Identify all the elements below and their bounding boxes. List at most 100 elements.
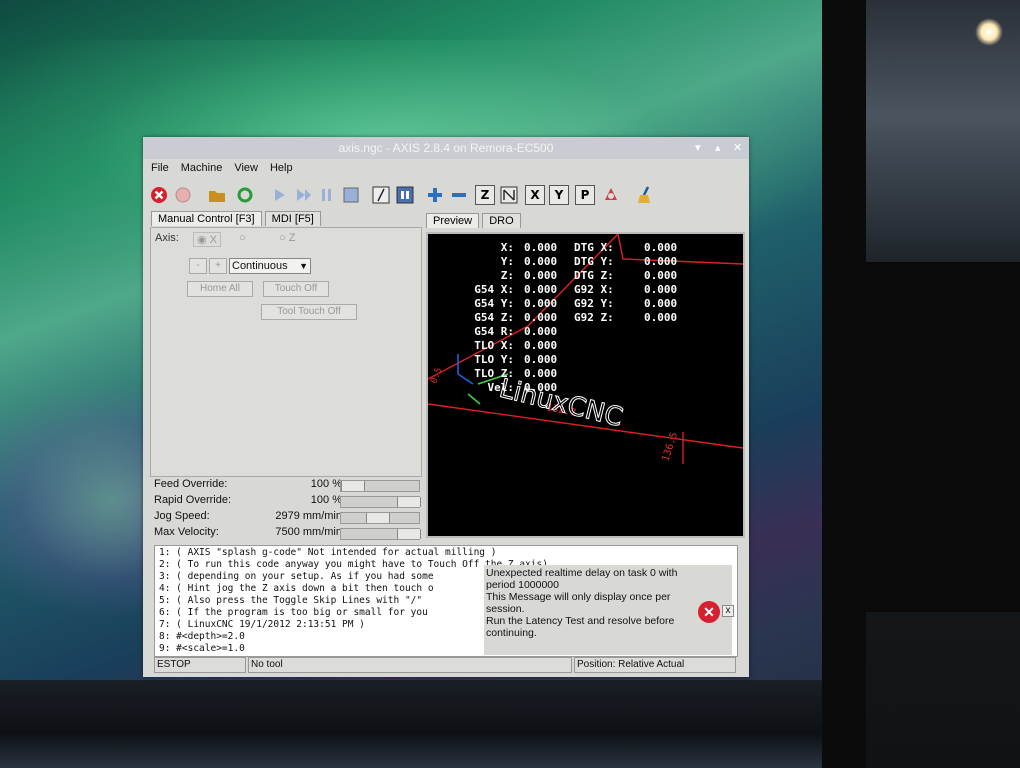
max-velocity-slider[interactable] <box>340 528 421 540</box>
dro-label: Vel: <box>487 381 515 394</box>
tab-dro[interactable]: DRO <box>482 213 521 228</box>
skip-lines-icon <box>372 186 390 204</box>
warning-line: Unexpected realtime delay on task 0 with <box>486 567 678 579</box>
dro-value: 0.000 <box>524 269 558 282</box>
jog-speed-slider[interactable] <box>340 512 420 524</box>
minimize-icon[interactable]: ▾ <box>695 137 701 159</box>
skip-lines-toggle[interactable] <box>371 185 391 205</box>
step-icon <box>297 189 311 201</box>
dro-value: 0.000 <box>524 311 558 324</box>
linuxcnc-logo: LinuxCNC <box>496 374 625 434</box>
gcode-line[interactable]: 1: ( AXIS "splash g-code" Not intended f… <box>159 547 496 558</box>
tab-preview[interactable]: Preview <box>426 213 480 228</box>
wallpaper-landscape <box>0 680 830 768</box>
rapid-override-row: Rapid Override: 100 % <box>150 493 422 509</box>
dro-value: 0.000 <box>524 241 558 254</box>
reload-icon <box>237 187 253 203</box>
menu-help[interactable]: Help <box>262 159 297 174</box>
broom-icon <box>638 186 650 203</box>
max-velocity-knob[interactable] <box>397 529 421 539</box>
dro-g92-label: G92 Z: <box>574 311 614 324</box>
left-tab-bar: Manual Control [F3] MDI [F5] <box>151 211 321 226</box>
popup-close-button[interactable]: x <box>722 605 734 617</box>
override-panel: Feed Override: 100 % Rapid Override: 100… <box>150 477 422 541</box>
stop-button[interactable] <box>341 185 361 205</box>
maximize-icon[interactable]: ▴ <box>715 137 721 159</box>
estop-button[interactable] <box>149 185 169 205</box>
zoom-out-button[interactable] <box>449 185 469 205</box>
dro-value: 0.000 <box>524 339 558 352</box>
machine-power-button[interactable] <box>173 185 193 205</box>
feed-override-value: 100 % <box>310 478 342 490</box>
second-monitor <box>850 262 1020 612</box>
menu-machine[interactable]: Machine <box>173 159 227 174</box>
dro-label: TLO X: <box>474 339 514 352</box>
jog-mode-value: Continuous <box>232 260 288 272</box>
gcode-line[interactable]: 4: ( Hint jog the Z axis down a bit then… <box>159 583 434 594</box>
home-all-button[interactable]: Home All <box>187 281 253 297</box>
axis-radio-y[interactable]: ○ <box>239 232 246 244</box>
jog-speed-value: 2979 mm/min <box>275 510 342 522</box>
optional-stop-toggle[interactable] <box>395 185 415 205</box>
dro-g92-label: G92 X: <box>574 283 614 296</box>
gcode-line[interactable]: 6: ( If the program is too big or small … <box>159 607 428 618</box>
menu-view[interactable]: View <box>226 159 262 174</box>
dro-dtg-label: DTG X: <box>574 241 614 254</box>
dro-label: TLO Y: <box>474 353 514 366</box>
warning-line: This Message will only display once per <box>486 591 671 603</box>
reload-button[interactable] <box>235 185 255 205</box>
max-velocity-value: 7500 mm/min <box>275 526 342 538</box>
clear-backplot-button[interactable] <box>635 185 655 205</box>
menu-file[interactable]: File <box>143 159 173 174</box>
feed-override-knob[interactable] <box>341 481 365 491</box>
dro-value: 0.000 <box>524 283 558 296</box>
close-icon[interactable]: ✕ <box>733 137 742 159</box>
preview-canvas[interactable]: 132.7 136.5 0.5 LinuxCNC X: 0.000 Y: 0.0… <box>426 232 745 538</box>
dro-dtg-value: 0.000 <box>644 269 678 282</box>
tab-manual-control[interactable]: Manual Control [F3] <box>151 211 262 226</box>
title-bar[interactable]: axis.ngc - AXIS 2.8.4 on Remora-EC500 ▾ … <box>143 137 749 159</box>
tool-touch-off-button[interactable]: Tool Touch Off <box>261 304 357 320</box>
rapid-override-knob[interactable] <box>397 497 421 507</box>
power-icon <box>175 187 191 203</box>
dro-value: 0.000 <box>524 255 558 268</box>
tab-mdi[interactable]: MDI [F5] <box>264 211 321 226</box>
rotate-view-button[interactable] <box>601 185 621 205</box>
view-p-button[interactable]: P <box>575 185 595 205</box>
dimension-y-label: 136.5 <box>660 431 680 463</box>
warning-line: continuing. <box>486 627 537 639</box>
axis-radio-z-label: Z <box>288 232 296 244</box>
view-y-button[interactable]: Y <box>549 185 569 205</box>
gcode-line[interactable]: 3: ( depending on your setup. As if you … <box>159 571 434 582</box>
view-z2-icon <box>500 186 518 204</box>
jog-plus-button[interactable]: + <box>209 258 227 274</box>
gcode-line[interactable]: 5: ( Also press the Toggle Skip Lines wi… <box>159 595 428 606</box>
rapid-override-label: Rapid Override: <box>154 494 232 506</box>
view-x-button[interactable]: X <box>525 185 545 205</box>
rapid-override-slider[interactable] <box>340 496 421 508</box>
zoom-in-button[interactable] <box>425 185 445 205</box>
feed-override-row: Feed Override: 100 % <box>150 477 422 493</box>
dro-value: 0.000 <box>524 367 558 380</box>
jog-speed-knob[interactable] <box>366 513 390 523</box>
jog-minus-button[interactable]: - <box>189 258 207 274</box>
axis-radio-z[interactable]: ○ Z <box>279 232 295 244</box>
dro-label: Y: <box>500 255 514 268</box>
touch-off-button[interactable]: Touch Off <box>263 281 329 297</box>
axis-label: Axis: <box>155 232 179 244</box>
view-z-button[interactable]: Z <box>475 185 495 205</box>
feed-override-slider[interactable] <box>340 480 420 492</box>
axis-radio-x[interactable]: ◉ X <box>193 232 221 247</box>
view-z2-button[interactable] <box>499 185 519 205</box>
run-button[interactable] <box>269 185 289 205</box>
gcode-line[interactable]: 9: #<scale>=1.0 <box>159 643 245 654</box>
rapid-override-value: 100 % <box>310 494 342 506</box>
jog-mode-select[interactable]: Continuous ▼ <box>229 258 311 274</box>
gcode-line[interactable]: 8: #<depth>=2.0 <box>159 631 245 642</box>
open-file-button[interactable] <box>207 185 227 205</box>
step-button[interactable] <box>293 185 313 205</box>
gcode-line[interactable]: 7: ( LinuxCNC 19/1/2012 2:13:51 PM ) <box>159 619 365 630</box>
status-tool: No tool <box>248 657 572 673</box>
toolbar: Z X Y P <box>143 181 749 209</box>
pause-button[interactable] <box>317 185 337 205</box>
